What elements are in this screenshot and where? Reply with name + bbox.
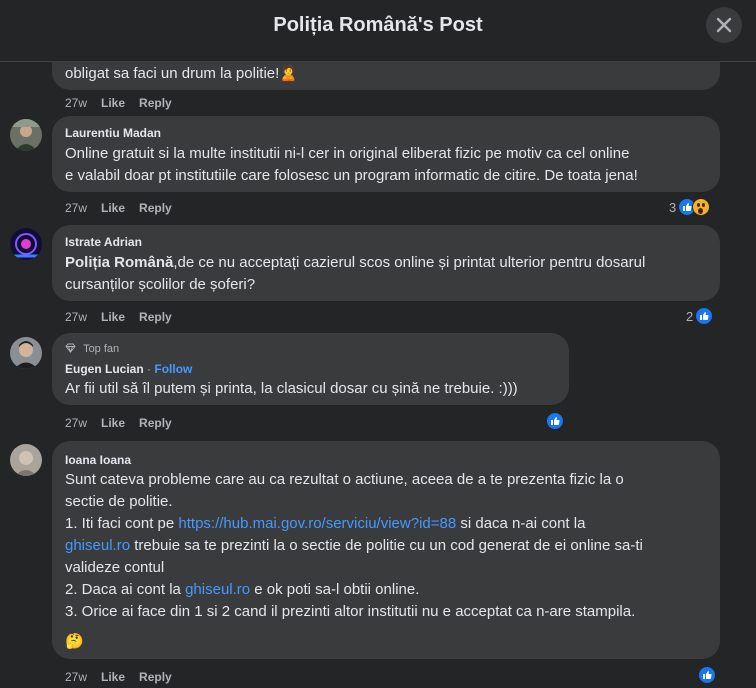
comment-time[interactable]: 27w xyxy=(65,310,87,324)
reply-button[interactable]: Reply xyxy=(139,416,172,430)
thinking-emoji: 🤔 xyxy=(65,633,84,650)
avatar[interactable] xyxy=(10,228,42,260)
reaction-summary[interactable] xyxy=(698,665,716,685)
comment-actions: 27w Like Reply xyxy=(65,416,186,430)
like-button[interactable]: Like xyxy=(101,416,125,430)
reply-button[interactable]: Reply xyxy=(139,310,172,324)
comment-text: e valabil doar pt institutiile care folo… xyxy=(65,167,638,184)
comment-author[interactable]: Istrate Adrian xyxy=(65,235,142,249)
ghiseul-link[interactable]: ghiseul.ro xyxy=(65,537,130,554)
comment-actions: 27w Like Reply xyxy=(65,310,186,324)
comment-time[interactable]: 27w xyxy=(65,201,87,215)
comment-actions: 27w Like Reply xyxy=(65,201,186,215)
reply-button[interactable]: Reply xyxy=(139,670,172,684)
ghiseul-link[interactable]: ghiseul.ro xyxy=(185,581,250,598)
scrollbar[interactable] xyxy=(748,62,756,688)
like-reaction-icon xyxy=(546,412,564,430)
avatar[interactable] xyxy=(10,337,42,369)
comment-author[interactable]: Eugen Lucian xyxy=(65,362,144,376)
avatar[interactable] xyxy=(10,444,42,476)
comment-text: 3. Orice ai face din 1 si 2 cand il prez… xyxy=(65,603,636,620)
like-button[interactable]: Like xyxy=(101,670,125,684)
comment-actions: 27w Like Reply xyxy=(65,96,186,110)
like-button[interactable]: Like xyxy=(101,201,125,215)
close-icon xyxy=(716,17,732,33)
comment-text: valideze contul xyxy=(65,559,165,576)
comment-actions: 27w Like Reply xyxy=(65,670,186,684)
comment-text: 1. Iti faci cont pe https://hub.mai.gov.… xyxy=(65,515,586,532)
comment-author[interactable]: Laurentiu Madan xyxy=(65,126,161,140)
wow-reaction-icon xyxy=(692,198,711,216)
reaction-count: 3 xyxy=(669,199,677,215)
reaction-summary[interactable] xyxy=(546,411,564,431)
like-reaction-icon xyxy=(698,666,716,684)
page-title: Poliția Română's Post xyxy=(273,14,483,36)
post-header: Poliția Română's Post xyxy=(0,0,756,62)
hub-mai-link[interactable]: https://hub.mai.gov.ro/serviciu/view?id=… xyxy=(178,515,456,532)
avatar[interactable] xyxy=(10,119,42,151)
comment-text: sectie de politie. xyxy=(65,493,173,510)
comment-author-line: Eugen Lucian · Follow xyxy=(65,362,192,376)
comment-text: obligat sa faci un drum la politie!🙎 xyxy=(65,65,298,82)
comment-text: Poliția Română,de ce nu acceptați cazier… xyxy=(65,252,645,274)
comment-text: Sunt cateva probleme care au ca rezultat… xyxy=(65,471,624,488)
reaction-summary[interactable]: 3 xyxy=(669,197,711,217)
comment-text: cursanților școlilor de șoferi? xyxy=(65,276,256,293)
like-reaction-icon xyxy=(695,307,714,325)
comment-text: 2. Daca ai cont la ghiseul.ro e ok poti … xyxy=(65,581,420,598)
comment-time[interactable]: 27w xyxy=(65,670,87,684)
separator-dot: · xyxy=(143,362,155,376)
comment-text: Online gratuit si la multe institutii ni… xyxy=(65,145,630,162)
like-button[interactable]: Like xyxy=(101,96,125,110)
mention-link[interactable]: Poliția Română xyxy=(65,254,173,271)
reply-button[interactable]: Reply xyxy=(139,201,172,215)
diamond-icon xyxy=(65,343,76,354)
like-button[interactable]: Like xyxy=(101,310,125,324)
reply-button[interactable]: Reply xyxy=(139,96,172,110)
close-button[interactable] xyxy=(706,7,742,43)
comment-text: Ar fii util să îl putem și printa, la cl… xyxy=(65,380,518,397)
follow-button[interactable]: Follow xyxy=(154,362,192,376)
top-fan-badge: Top fan xyxy=(65,343,119,355)
reaction-summary[interactable]: 2 xyxy=(686,306,714,326)
reaction-count: 2 xyxy=(686,308,694,324)
comment-text: ghiseul.ro trebuie sa te prezinti la o s… xyxy=(65,537,643,554)
comment-time[interactable]: 27w xyxy=(65,416,87,430)
comment-time[interactable]: 27w xyxy=(65,96,87,110)
comment-author[interactable]: Ioana Ioana xyxy=(65,453,131,467)
comment-text-part: ,de ce nu acceptați cazierul scos online… xyxy=(173,254,646,271)
